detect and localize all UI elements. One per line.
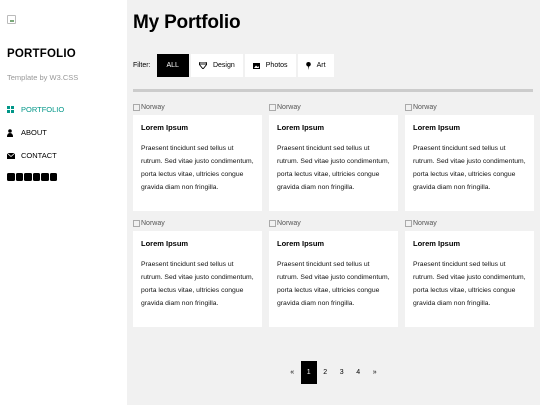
divider [133,89,533,92]
social-links [7,173,120,181]
filter-label: Filter: [133,62,151,69]
card-text: Praesent tincidunt sed tellus ut rutrum.… [141,145,254,191]
twitter-icon[interactable] [41,173,49,181]
main-content: My Portfolio Filter: ALL Design Photos A… [133,0,534,335]
brand-title: PORTFOLIO [7,48,76,60]
user-icon [7,128,21,137]
template-byline: Template by W3.CSS [7,73,79,82]
card-text: Praesent tincidunt sed tellus ut rutrum.… [277,261,390,307]
card-text: Praesent tincidunt sed tellus ut rutrum.… [141,261,254,307]
filter-button-label: Photos [265,62,288,69]
page-4-button[interactable]: 4 [350,361,367,384]
page-2-button[interactable]: 2 [317,361,334,384]
portfolio-card[interactable]: Norway Lorem Ipsum Praesent tincidunt se… [405,219,534,327]
linkedin-icon[interactable] [49,173,57,181]
page-1-button[interactable]: 1 [300,361,317,384]
portfolio-card[interactable]: Norway Lorem Ipsum Praesent tincidunt se… [133,219,262,327]
card-text: Praesent tincidunt sed tellus ut rutrum.… [413,261,526,307]
prev-page-button[interactable]: « [284,361,301,384]
card-image: Norway [133,219,262,228]
broken-image-icon [133,220,140,227]
map-marker-icon [305,61,311,70]
portfolio-card[interactable]: Norway Lorem Ipsum Praesent tincidunt se… [269,219,398,327]
card-title: Lorem Ipsum [277,239,325,248]
filter-button-label: Art [316,62,326,69]
card-body: Lorem Ipsum Praesent tincidunt sed tellu… [269,231,398,327]
filter-photos-button[interactable]: Photos [244,54,296,77]
sidebar-item-about[interactable]: ABOUT [7,121,120,144]
broken-image-icon [269,220,276,227]
broken-image-icon [269,104,276,111]
card-title: Lorem Ipsum [141,123,189,132]
portfolio-grid: Norway Lorem Ipsum Praesent tincidunt se… [133,103,534,335]
card-body: Lorem Ipsum Praesent tincidunt sed tellu… [133,231,262,327]
grid-icon [7,106,21,113]
filter-all-button[interactable]: ALL [156,54,189,77]
photo-icon [252,62,260,69]
card-body: Lorem Ipsum Praesent tincidunt sed tellu… [269,115,398,211]
pinterest-icon[interactable] [32,173,40,181]
card-title: Lorem Ipsum [141,239,189,248]
envelope-icon [7,152,21,159]
image-alt-text: Norway [141,220,165,227]
image-alt-text: Norway [413,104,437,111]
card-title: Lorem Ipsum [413,123,461,132]
card-title: Lorem Ipsum [277,123,325,132]
instagram-icon[interactable] [15,173,23,181]
diamond-icon [198,62,207,69]
broken-image-icon [405,104,412,111]
sidebar-item-contact[interactable]: CONTACT [7,144,120,167]
card-body: Lorem Ipsum Praesent tincidunt sed tellu… [405,231,534,327]
portfolio-card[interactable]: Norway Lorem Ipsum Praesent tincidunt se… [269,103,398,211]
card-body: Lorem Ipsum Praesent tincidunt sed tellu… [133,115,262,211]
snapchat-icon[interactable] [24,173,32,181]
card-title: Lorem Ipsum [413,239,461,248]
sidebar-item-label: ABOUT [21,128,47,137]
page-title: My Portfolio [133,12,241,33]
card-image: Norway [133,103,262,112]
sidebar-item-label: CONTACT [21,151,57,160]
card-image: Norway [405,219,534,228]
filter-button-label: Design [212,62,235,69]
sidebar-nav: PORTFOLIO ABOUT CONTACT [7,98,120,167]
card-text: Praesent tincidunt sed tellus ut rutrum.… [413,145,526,191]
page-3-button[interactable]: 3 [334,361,351,384]
sidebar-item-portfolio[interactable]: PORTFOLIO [7,98,120,121]
image-alt-text: Norway [277,220,301,227]
facebook-icon[interactable] [7,173,15,181]
next-page-button[interactable]: » [367,361,384,384]
card-text: Praesent tincidunt sed tellus ut rutrum.… [277,145,390,191]
filter-art-button[interactable]: Art [297,54,334,77]
filter-design-button[interactable]: Design [190,54,243,77]
image-alt-text: Norway [277,104,301,111]
portfolio-card[interactable]: Norway Lorem Ipsum Praesent tincidunt se… [405,103,534,211]
card-body: Lorem Ipsum Praesent tincidunt sed tellu… [405,115,534,211]
sidebar-item-label: PORTFOLIO [21,105,65,114]
filter-bar: Filter: ALL Design Photos Art [133,54,533,77]
sidebar: PORTFOLIO Template by W3.CSS PORTFOLIO A… [0,0,127,405]
image-alt-text: Norway [141,104,165,111]
image-alt-text: Norway [413,220,437,227]
filter-button-label: ALL [166,62,179,69]
card-image: Norway [405,103,534,112]
broken-image-icon [405,220,412,227]
card-image: Norway [269,103,398,112]
pagination: « 1 2 3 4 » [284,361,383,384]
broken-image-icon [133,104,140,111]
logo-image [7,15,16,24]
portfolio-card[interactable]: Norway Lorem Ipsum Praesent tincidunt se… [133,103,262,211]
card-image: Norway [269,219,398,228]
